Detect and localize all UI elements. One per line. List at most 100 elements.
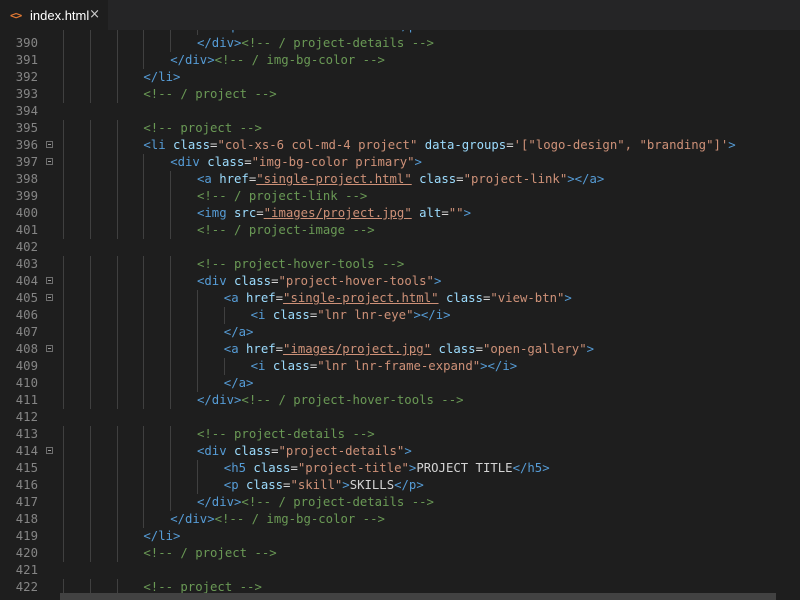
indent-guide xyxy=(116,477,118,494)
code-line[interactable]: 414 <div class="project-details"> xyxy=(0,443,800,460)
horizontal-scrollbar[interactable] xyxy=(0,593,800,600)
code-line[interactable]: 396 <li class = "col-xs-6 col-md-4 project"… xyxy=(0,137,800,154)
code-token: </div> xyxy=(170,512,215,526)
code-token: class xyxy=(207,155,245,169)
code-line[interactable]: 418 </div><!-- / img-bg-color --> xyxy=(0,511,800,528)
code-line[interactable]: 417 </div><!-- / project-details --> xyxy=(0,494,800,511)
code-line[interactable]: 420 <!-- / project --> xyxy=(0,545,800,562)
fold-toggle-icon[interactable] xyxy=(46,158,53,165)
code-token: href xyxy=(246,291,276,305)
tab-bar: <> index.html × xyxy=(0,0,800,30)
code-token: "skill" xyxy=(290,30,342,33)
code-editor[interactable]: 389<p class="skill">SKILLS</p>390</div><… xyxy=(0,30,800,593)
code-line[interactable]: 403 <!-- project-hover-tools --> xyxy=(0,256,800,273)
code-lines: 389<p class="skill">SKILLS</p>390</div><… xyxy=(0,30,800,593)
close-icon[interactable]: × xyxy=(89,7,100,22)
indent-guide xyxy=(63,188,64,205)
indent-guide xyxy=(63,426,64,443)
code-line[interactable]: 409 <i class="lnr lnr-frame-expand"></i> xyxy=(0,358,800,375)
code-line[interactable]: 407 </a> xyxy=(0,324,800,341)
code-token: class xyxy=(445,291,483,305)
line-number: 402 xyxy=(15,240,38,254)
code-line[interactable]: 404 <div class="project-hover-tools"> xyxy=(0,273,800,290)
code-token: <!-- / project --> xyxy=(143,87,277,101)
code-line[interactable]: 410 </a> xyxy=(0,375,800,392)
code-token: "view-btn" xyxy=(490,291,565,305)
indent-guide xyxy=(116,256,118,273)
indent-guide xyxy=(63,290,64,307)
code-text: </div><!-- / project-details --> xyxy=(197,494,434,511)
indent-guide xyxy=(143,511,145,528)
code-line[interactable]: 406 <i class="lnr lnr-eye"></i> xyxy=(0,307,800,324)
code-text: </div><!-- / img-bg-color --> xyxy=(170,52,385,69)
indent-guide xyxy=(170,443,172,460)
line-number: 396 xyxy=(15,138,38,152)
code-line[interactable]: 400 <img src="images/project.jpg" alt=""> xyxy=(0,205,800,222)
code-token: <div xyxy=(197,444,235,458)
indent-guide xyxy=(89,256,91,273)
code-line[interactable]: 411 </div><!-- / project-hover-tools --> xyxy=(0,392,800,409)
code-line[interactable]: 398 <a href="single-project.html" class="… xyxy=(0,171,800,188)
scrollbar-thumb[interactable] xyxy=(60,593,776,600)
code-line[interactable]: 413 <!-- project-details --> xyxy=(0,426,800,443)
code-token: > xyxy=(586,342,595,356)
fold-toggle-icon[interactable] xyxy=(46,141,53,148)
indent-guide xyxy=(170,35,172,52)
code-line[interactable]: 415 <h5 class="project-title">PROJECT TIT… xyxy=(0,460,800,477)
code-line[interactable]: 422 <!-- project --> xyxy=(0,579,800,593)
code-token: "col-xs-6 col-md-4 project" xyxy=(217,138,418,152)
code-line[interactable]: 392 </li> xyxy=(0,69,800,86)
line-number: 412 xyxy=(15,410,38,424)
code-line[interactable]: 402 xyxy=(0,239,800,256)
code-token: > xyxy=(433,274,442,288)
code-token: '["logo-design", "branding"]' xyxy=(513,138,729,152)
indent-guide xyxy=(116,579,118,593)
indent-guide xyxy=(170,256,172,273)
indent-guide xyxy=(197,307,198,324)
code-line[interactable]: 399 <!-- / project-link --> xyxy=(0,188,800,205)
code-token: </div> xyxy=(197,495,242,509)
indent-guide xyxy=(63,375,64,392)
line-number: 413 xyxy=(15,427,38,441)
code-line[interactable]: 412 xyxy=(0,409,800,426)
indent-guide xyxy=(197,460,198,477)
code-text: </div><!-- / img-bg-color --> xyxy=(170,511,385,528)
code-line[interactable]: 393 <!-- / project --> xyxy=(0,86,800,103)
code-line[interactable]: 408 <a href="images/project.jpg" class="o… xyxy=(0,341,800,358)
code-line[interactable]: 405 <a href="single-project.html" class="… xyxy=(0,290,800,307)
fold-toggle-icon[interactable] xyxy=(46,345,53,352)
code-line[interactable]: 421 xyxy=(0,562,800,579)
code-line[interactable]: 395 <!-- project --> xyxy=(0,120,800,137)
indent-guide xyxy=(197,290,198,307)
fold-toggle-icon[interactable] xyxy=(46,294,53,301)
code-token: "images/project.jpg" xyxy=(263,206,412,220)
code-text: <!-- project-details --> xyxy=(197,426,375,443)
indent-guide xyxy=(143,375,145,392)
code-line[interactable]: 390 </div><!-- / project-details --> xyxy=(0,35,800,52)
indent-guide xyxy=(143,35,145,52)
code-line[interactable]: 397 <div class="img-bg-color primary"> xyxy=(0,154,800,171)
indent-guide xyxy=(116,86,118,103)
fold-toggle-icon[interactable] xyxy=(46,447,53,454)
indent-guide xyxy=(63,494,64,511)
code-token: = xyxy=(290,461,298,475)
code-line[interactable]: 394 xyxy=(0,103,800,120)
line-number: 416 xyxy=(15,478,38,492)
indent-guide xyxy=(143,477,145,494)
code-token: </a> xyxy=(223,376,254,390)
code-line[interactable]: 401 <!-- / project-image --> xyxy=(0,222,800,239)
fold-toggle-icon[interactable] xyxy=(46,277,53,284)
code-line[interactable]: 391 </div><!-- / img-bg-color --> xyxy=(0,52,800,69)
code-token: ></i> xyxy=(413,308,451,322)
code-token: "images/project.jpg" xyxy=(283,342,432,356)
code-line[interactable]: 416 <p class="skill">SKILLS</p> xyxy=(0,477,800,494)
indent-guide xyxy=(89,86,91,103)
indent-guide xyxy=(143,188,145,205)
code-line[interactable]: 419 </li> xyxy=(0,528,800,545)
tab-index-html[interactable]: <> index.html × xyxy=(0,0,108,30)
indent-guide xyxy=(89,477,91,494)
indent-guide xyxy=(89,324,91,341)
code-token: = xyxy=(456,172,464,186)
indent-guide xyxy=(89,392,91,409)
